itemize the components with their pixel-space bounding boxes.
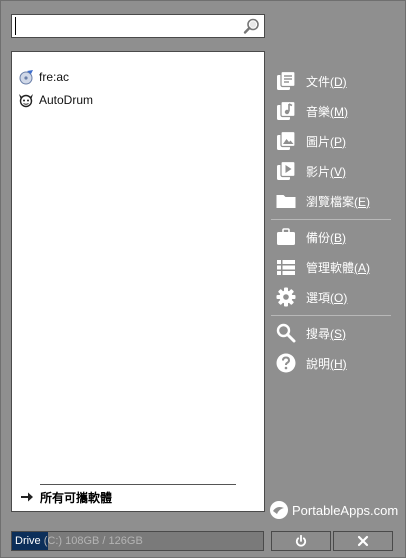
drive-usage: Drive (C:) 108GB / 126GB bbox=[11, 531, 264, 551]
pictures-icon bbox=[277, 130, 296, 150]
menu-divider bbox=[271, 219, 391, 220]
search-box[interactable] bbox=[11, 14, 265, 38]
menu-item-manage-apps[interactable]: 管理軟體(A) bbox=[273, 254, 395, 280]
gear-icon bbox=[276, 287, 296, 307]
backup-icon bbox=[277, 228, 295, 245]
power-button[interactable] bbox=[271, 531, 331, 551]
menu-item-pictures[interactable]: 圖片(P) bbox=[273, 128, 395, 154]
menu-label: 管理軟體(A) bbox=[306, 260, 371, 275]
all-apps-label: 所有可攜軟體 bbox=[40, 490, 113, 505]
launcher-window: fre:ac AutoDrum 所有可攜軟體 文件(D) 音樂(M) 圖片(P)… bbox=[0, 0, 406, 558]
videos-icon bbox=[277, 160, 296, 180]
menu-item-music[interactable]: 音樂(M) bbox=[273, 98, 395, 124]
menu-label: 備份(B) bbox=[306, 230, 347, 245]
all-apps-button[interactable]: 所有可攜軟體 bbox=[20, 488, 112, 506]
app-item-autodrum[interactable]: AutoDrum bbox=[18, 90, 93, 110]
app-item-freac[interactable]: fre:ac bbox=[18, 67, 69, 87]
menu-item-backup[interactable]: 備份(B) bbox=[273, 224, 395, 250]
help-icon bbox=[276, 353, 296, 373]
search-input[interactable] bbox=[15, 17, 240, 35]
music-icon bbox=[277, 100, 296, 120]
menu-label: 選項(O) bbox=[306, 290, 348, 305]
documents-icon bbox=[277, 70, 296, 90]
app-list: fre:ac AutoDrum 所有可攜軟體 bbox=[11, 51, 265, 512]
search-icon[interactable] bbox=[243, 17, 261, 35]
menu-item-help[interactable]: 說明(H) bbox=[273, 350, 395, 376]
menu-item-videos[interactable]: 影片(V) bbox=[273, 158, 395, 184]
brand-logo[interactable]: PortableApps.com bbox=[269, 499, 398, 521]
menu-divider bbox=[271, 315, 391, 316]
close-icon bbox=[357, 535, 369, 547]
drive-label: Drive (C:) 108GB / 126GB bbox=[15, 535, 143, 547]
menu-label: 文件(D) bbox=[306, 74, 347, 89]
menu-label: 瀏覽檔案(E) bbox=[306, 194, 371, 209]
menu-label: 影片(V) bbox=[306, 164, 347, 179]
divider bbox=[40, 484, 236, 485]
arrow-right-icon bbox=[21, 492, 33, 502]
menu-item-documents[interactable]: 文件(D) bbox=[273, 68, 395, 94]
menu-label: 圖片(P) bbox=[306, 134, 347, 149]
menu-label: 說明(H) bbox=[306, 356, 347, 371]
freac-icon bbox=[19, 70, 33, 85]
app-label: AutoDrum bbox=[39, 93, 94, 107]
folder-icon bbox=[276, 195, 296, 208]
autodrum-icon bbox=[19, 94, 33, 108]
brand-label: PortableApps.com bbox=[292, 502, 399, 518]
menu-item-options[interactable]: 選項(O) bbox=[273, 284, 395, 310]
close-button[interactable] bbox=[333, 531, 393, 551]
manage-apps-icon bbox=[277, 260, 295, 275]
menu-label: 音樂(M) bbox=[306, 104, 349, 119]
menu-item-search[interactable]: 搜尋(S) bbox=[273, 320, 395, 346]
power-icon bbox=[295, 535, 307, 547]
search-icon bbox=[276, 323, 296, 343]
portableapps-logo-icon bbox=[270, 501, 288, 519]
menu-label: 搜尋(S) bbox=[306, 326, 347, 341]
menu-item-explore[interactable]: 瀏覽檔案(E) bbox=[273, 188, 395, 214]
app-label: fre:ac bbox=[39, 70, 70, 84]
